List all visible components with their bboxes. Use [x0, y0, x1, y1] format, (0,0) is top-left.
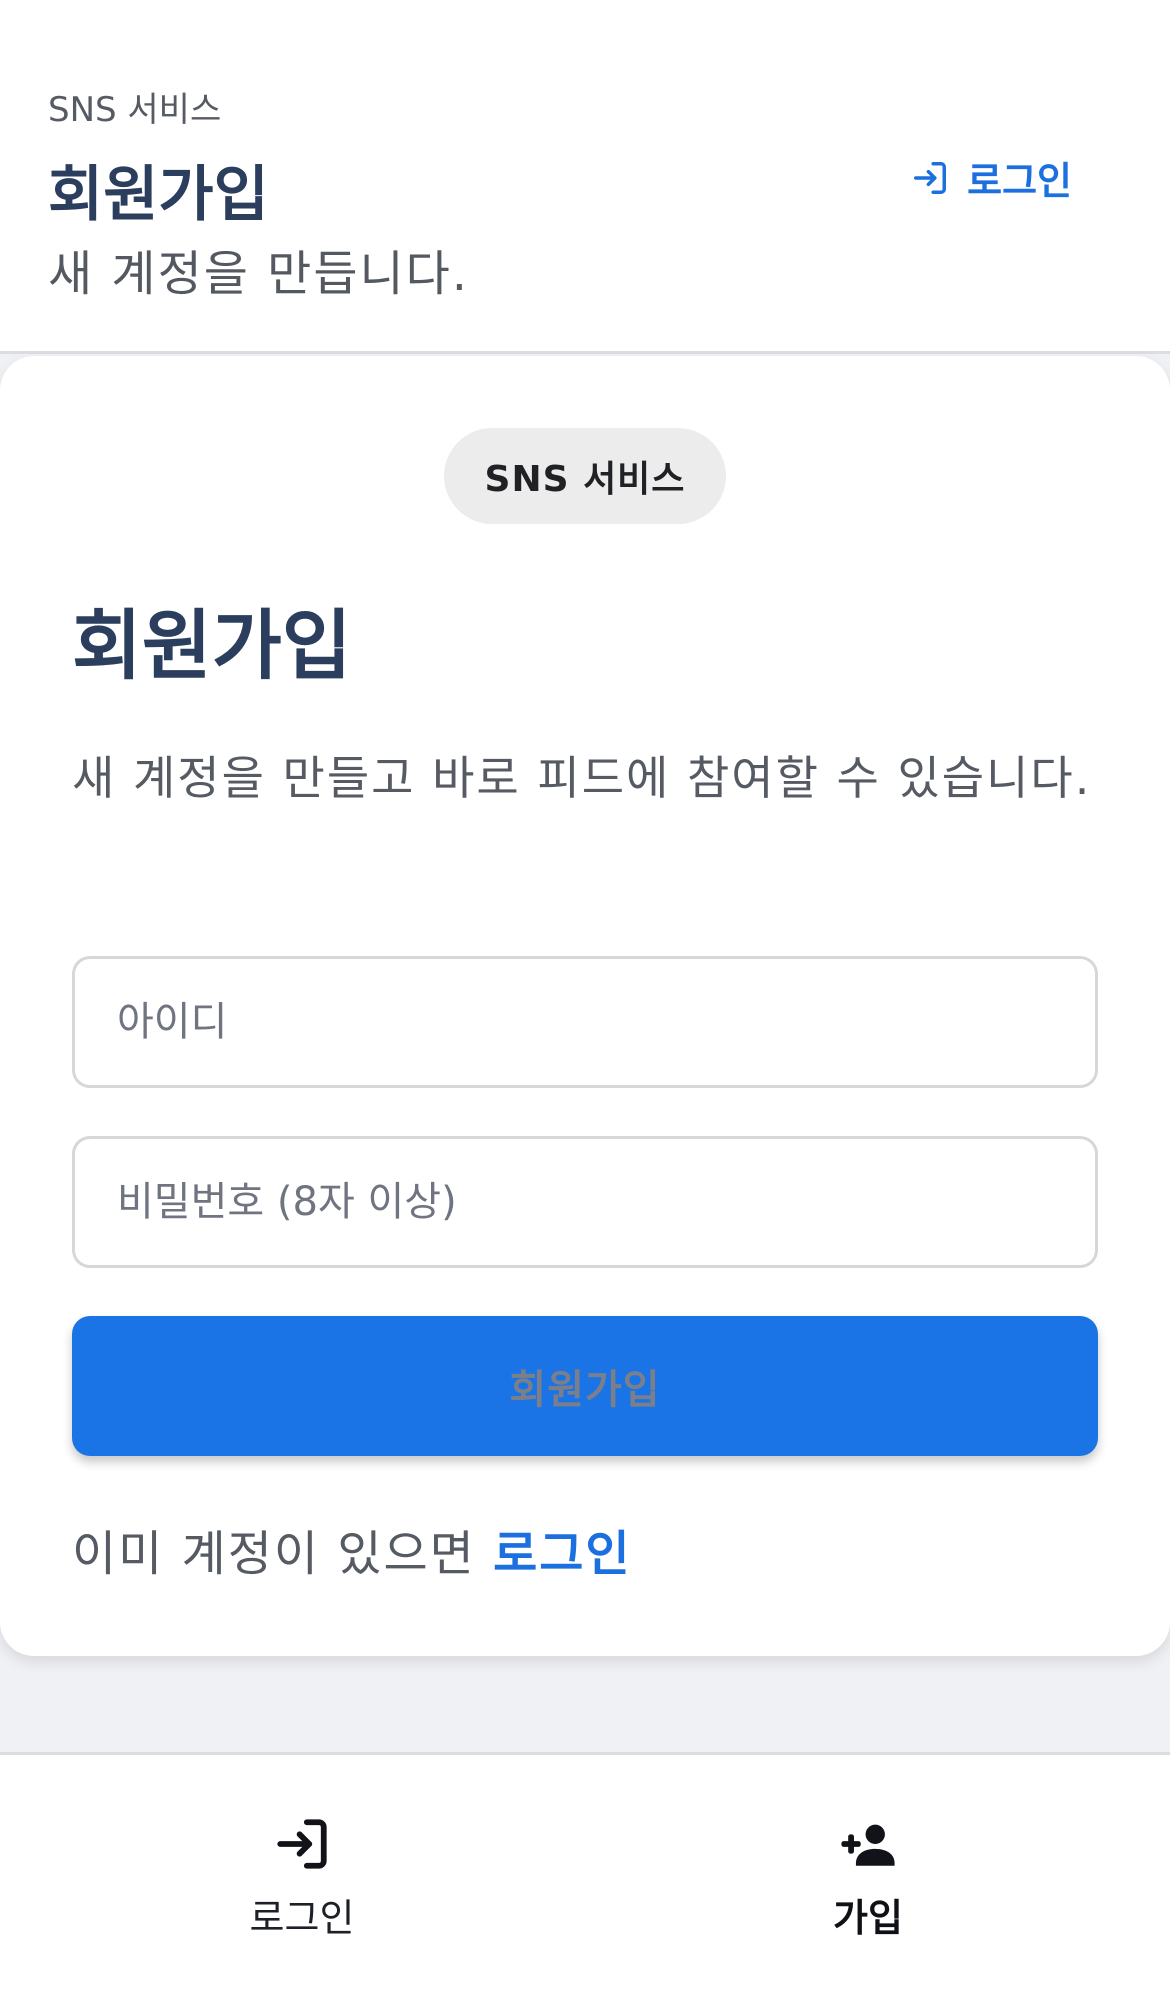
- app-name: SNS 서비스: [48, 90, 222, 130]
- header-login-label: 로그인: [967, 159, 1072, 203]
- signup-button[interactable]: 회원가입: [72, 1316, 1098, 1456]
- header-login-link[interactable]: 로그인: [911, 150, 1072, 205]
- login-prompt-text: 이미 계정이 있으면: [72, 1526, 476, 1582]
- card-description: 새 계정을 만들고 바로 피드에 참여할 수 있습니다.: [72, 751, 1092, 805]
- signup-card: SNS 서비스 회원가입 새 계정을 만들고 바로 피드에 참여할 수 있습니다…: [0, 356, 1170, 1656]
- page-title: 회원가입: [48, 160, 269, 230]
- id-input[interactable]: [72, 956, 1098, 1088]
- bottom-nav: 로그인 가입: [0, 1752, 1170, 1992]
- nav-item-join[interactable]: 가입: [738, 1815, 998, 1942]
- password-input[interactable]: [72, 1136, 1098, 1268]
- login-icon: [277, 1819, 327, 1869]
- person-add-icon: [841, 1824, 895, 1866]
- nav-label-join: 가입: [833, 1896, 903, 1940]
- page-subtitle: 새 계정을 만듭니다.: [48, 246, 470, 302]
- login-prompt-link[interactable]: 로그인: [493, 1526, 631, 1582]
- top-header: SNS 서비스 회원가입 새 계정을 만듭니다. 로그인: [0, 0, 1170, 354]
- nav-item-login[interactable]: 로그인: [172, 1815, 432, 1942]
- login-arrow-icon: [914, 161, 947, 194]
- login-prompt: 이미 계정이 있으면 로그인: [72, 1514, 632, 1584]
- service-badge: SNS 서비스: [444, 428, 726, 524]
- nav-label-login: 로그인: [249, 1896, 355, 1940]
- card-title: 회원가입: [72, 601, 352, 690]
